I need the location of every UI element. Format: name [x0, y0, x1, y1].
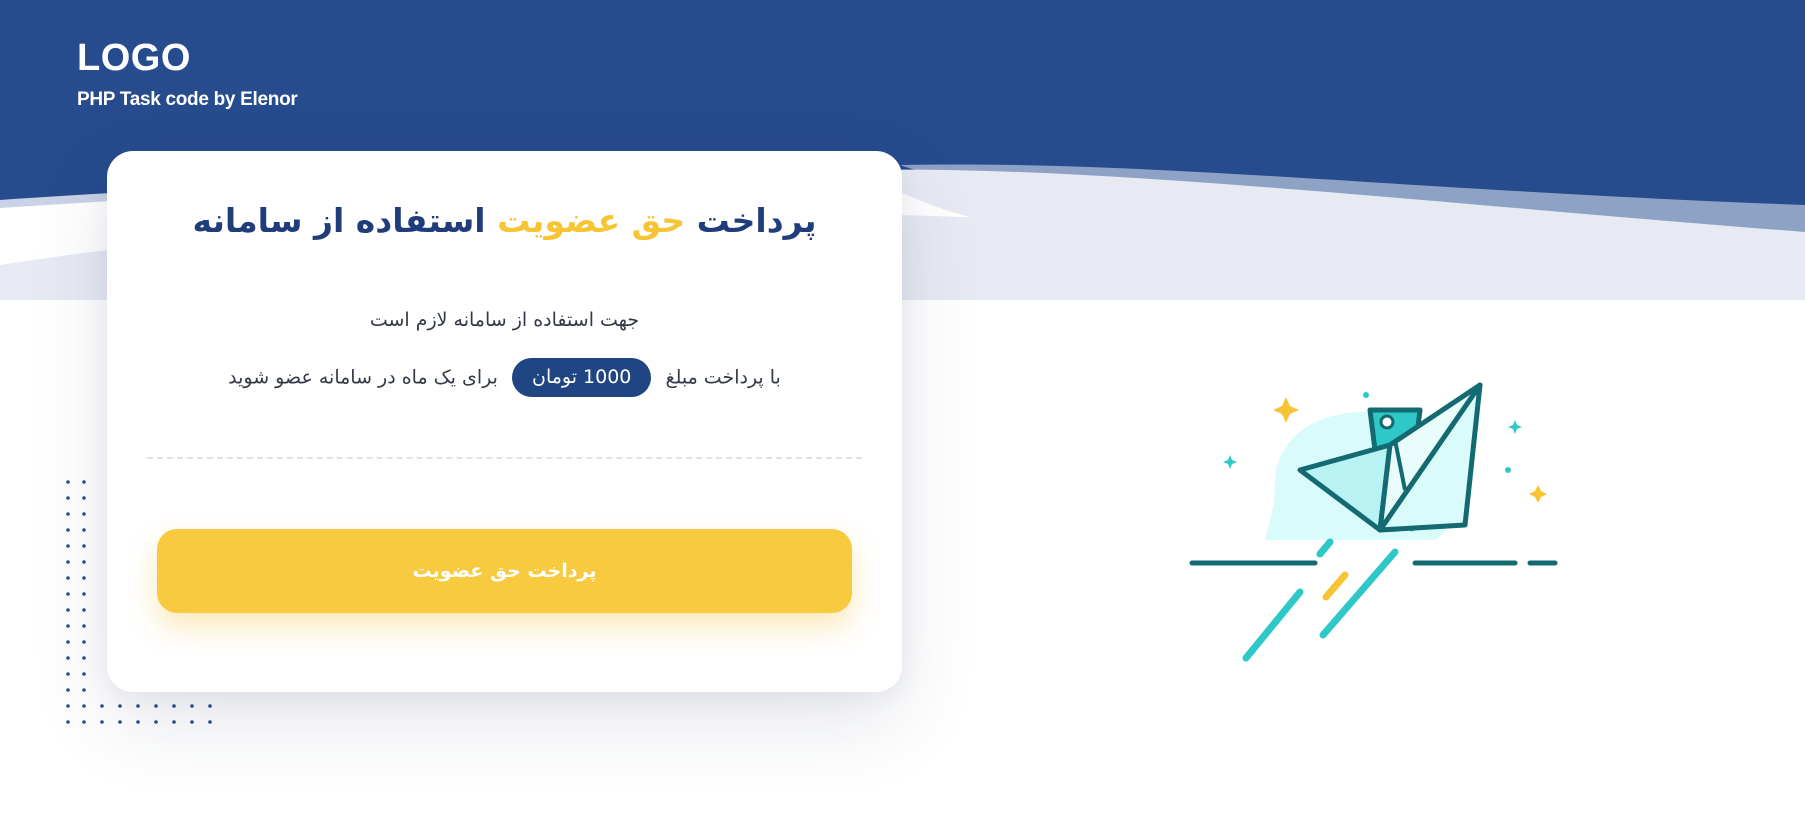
dashed-divider — [147, 457, 862, 459]
brand: LOGO PHP Task code by Elenor — [77, 36, 298, 111]
card-title-part2: استفاده از سامانه — [192, 201, 498, 240]
price-badge: 1000 تومان — [511, 358, 652, 397]
logo[interactable]: LOGO — [77, 36, 297, 80]
card-title-highlight: حق عضویت — [497, 201, 686, 240]
description-after-price: برای یک ماه در سامانه عضو شوید — [228, 366, 498, 389]
description-before-price: با پرداخت مبلغ — [665, 366, 781, 389]
membership-payment-card: پرداخت حق عضویت استفاده از سامانه جهت اس… — [107, 151, 902, 692]
description-line-2: با پرداخت مبلغ 1000 تومان برای یک ماه در… — [107, 358, 902, 397]
tagline: PHP Task code by Elenor — [77, 89, 298, 110]
description-line-1: جهت استفاده از سامانه لازم است — [369, 309, 640, 331]
card-title-part1: پرداخت — [685, 201, 817, 240]
pay-membership-button[interactable]: پرداخت حق عضویت — [157, 529, 852, 613]
paper-plane-icon — [1189, 382, 1558, 662]
card-title: پرداخت حق عضویت استفاده از سامانه — [107, 199, 902, 243]
